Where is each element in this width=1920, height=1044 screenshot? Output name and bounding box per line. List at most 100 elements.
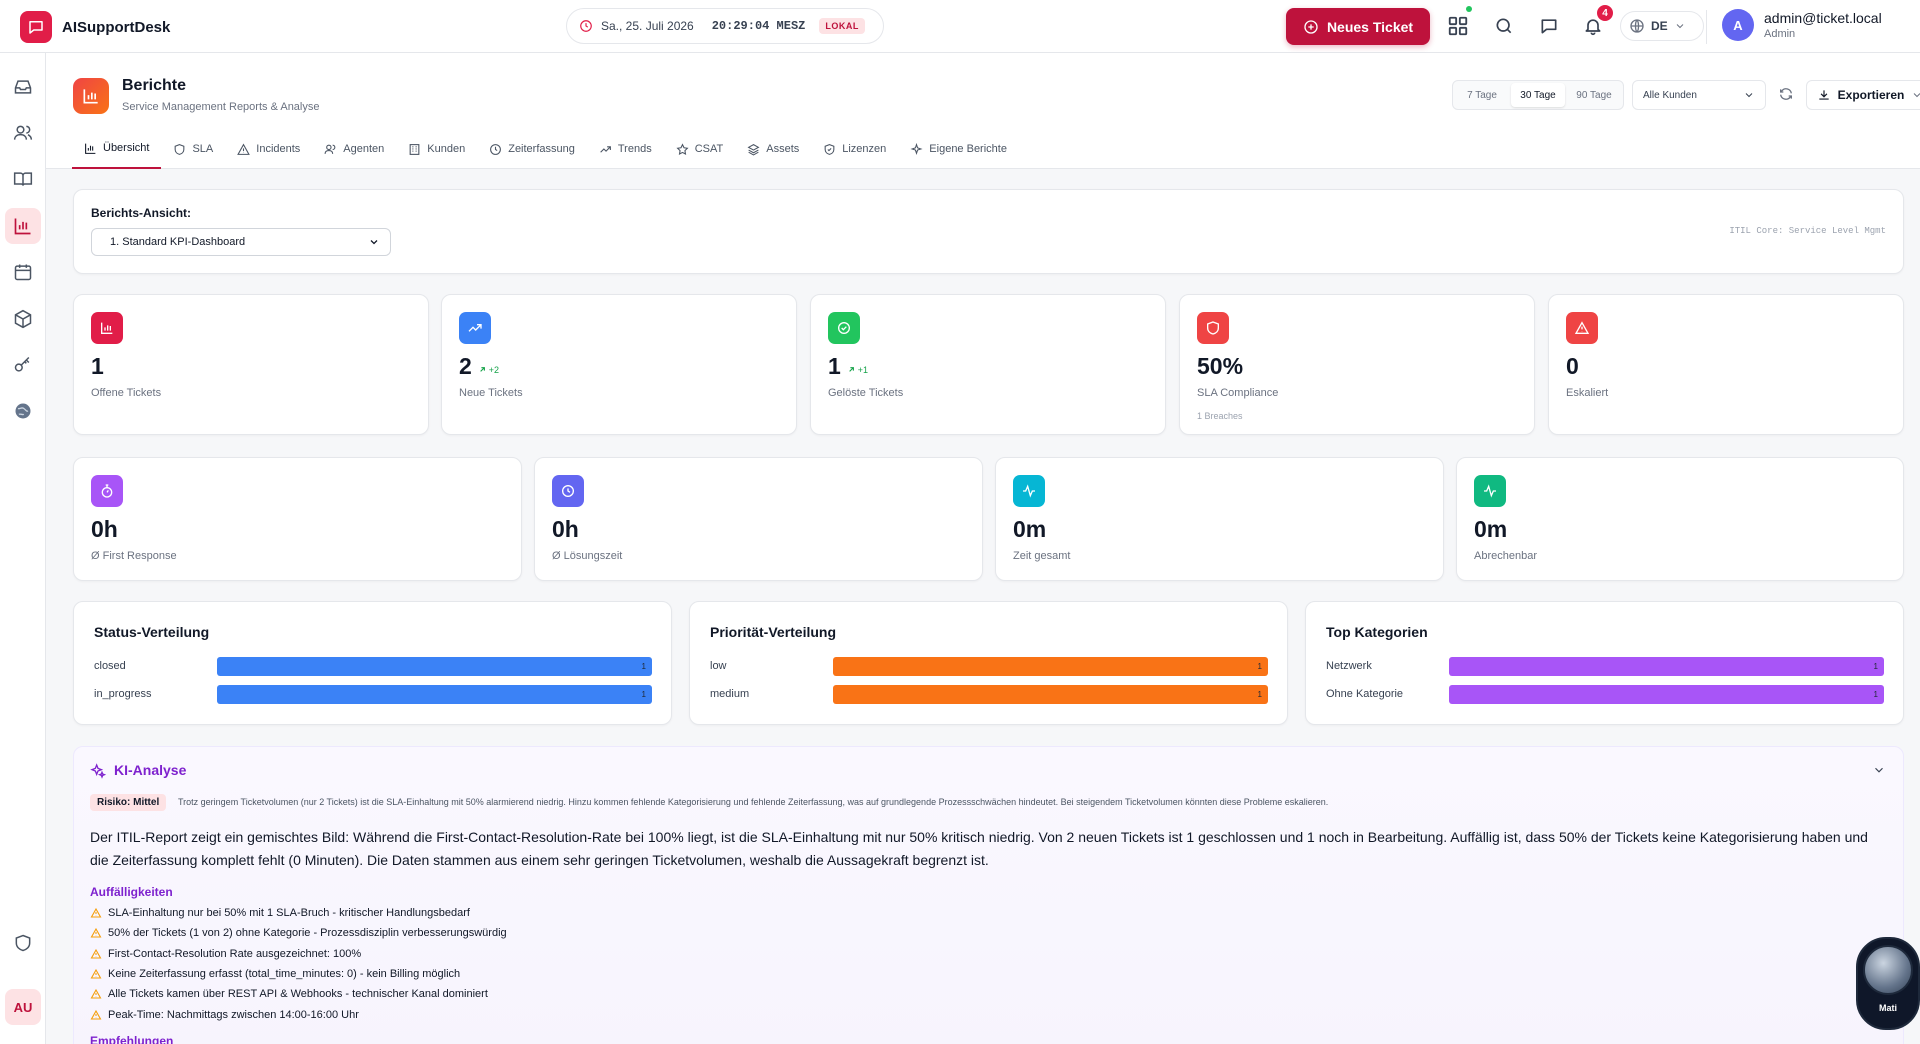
chevron-down-icon bbox=[1676, 24, 1684, 29]
activity-icon bbox=[1013, 475, 1045, 507]
kpi-number: 0m bbox=[1474, 516, 1508, 542]
range-30-days[interactable]: 30 Tage bbox=[1511, 83, 1565, 107]
assistant-button[interactable]: Mati bbox=[1856, 937, 1920, 1030]
kpi-card-new-tickets: 2 +2 Neue Tickets bbox=[441, 294, 797, 435]
sidebar-item-security[interactable] bbox=[5, 925, 41, 961]
kpi-value: 2 +2 bbox=[459, 353, 499, 380]
sidebar-item-users[interactable] bbox=[5, 115, 41, 151]
chevron-down-icon bbox=[1913, 93, 1920, 98]
sidebar-item-reports[interactable] bbox=[5, 208, 41, 244]
sidebar-item-knowledge[interactable] bbox=[5, 161, 41, 197]
chevron-down-icon bbox=[1745, 93, 1753, 98]
notifications-button[interactable]: 4 bbox=[1579, 5, 1613, 40]
language-select[interactable]: DE bbox=[1620, 11, 1704, 41]
tab-csat[interactable]: CSAT bbox=[664, 129, 736, 169]
warning-icon bbox=[90, 908, 102, 918]
sparkle-icon bbox=[910, 142, 923, 155]
top-bar: AISupportDesk Sa., 25. Juli 2026 20:29:0… bbox=[0, 0, 1920, 53]
brand[interactable]: AISupportDesk bbox=[20, 11, 170, 43]
timezone-badge: LOKAL bbox=[819, 18, 865, 34]
distribution-label: closed bbox=[94, 660, 126, 672]
kpi-card-total-time: 0m Zeit gesamt bbox=[995, 457, 1444, 581]
kpi-label: Eskaliert bbox=[1566, 387, 1609, 399]
tab-label: Lizenzen bbox=[842, 143, 887, 155]
tab-label: Agenten bbox=[343, 143, 385, 155]
calendar-icon bbox=[14, 264, 32, 281]
range-7-days[interactable]: 7 Tage bbox=[1455, 83, 1509, 107]
sidebar-item-portal[interactable] bbox=[5, 393, 41, 429]
sidebar-item-calendar[interactable] bbox=[5, 254, 41, 290]
distribution-label: low bbox=[710, 660, 727, 672]
new-ticket-button[interactable]: Neues Ticket bbox=[1286, 8, 1430, 45]
list-item: SLA-Einhaltung nur bei 50% mit 1 SLA-Bru… bbox=[90, 903, 507, 923]
bar-value: 1 bbox=[1257, 662, 1262, 671]
sidebar-item-assets[interactable] bbox=[5, 301, 41, 337]
kpi-value: 0h bbox=[552, 516, 579, 543]
tab-incidents[interactable]: Incidents bbox=[225, 129, 312, 169]
tab-overview[interactable]: Übersicht bbox=[72, 129, 162, 169]
sidebar-item-licenses[interactable] bbox=[5, 347, 41, 383]
sidebar-user-initials[interactable]: AU bbox=[5, 989, 41, 1025]
kpi-value: 1 +1 bbox=[828, 353, 868, 380]
status-distribution-card: Status-Verteilung closed 1 in_progress 1 bbox=[73, 601, 672, 725]
user-menu[interactable]: A admin@ticket.local Admin bbox=[1722, 9, 1882, 41]
export-button[interactable]: Exportieren bbox=[1806, 80, 1920, 110]
bar-value: 1 bbox=[641, 662, 646, 671]
kpi-label: Ø First Response bbox=[91, 550, 177, 562]
chevron-down-icon bbox=[1875, 767, 1883, 773]
building-icon bbox=[409, 143, 420, 155]
chat-icon bbox=[1541, 19, 1557, 34]
bar-value: 1 bbox=[1257, 690, 1262, 699]
avatar: A bbox=[1722, 9, 1754, 41]
report-view-select[interactable]: 1. Standard KPI-Dashboard bbox=[91, 228, 391, 256]
tab-custom-reports[interactable]: Eigene Berichte bbox=[898, 129, 1019, 169]
report-view-value: 1. Standard KPI-Dashboard bbox=[110, 236, 246, 248]
book-icon bbox=[13, 172, 33, 186]
range-90-days[interactable]: 90 Tage bbox=[1567, 83, 1621, 107]
tab-customers[interactable]: Kunden bbox=[396, 129, 477, 169]
tab-trends[interactable]: Trends bbox=[587, 129, 664, 169]
list-item: Alle Tickets kamen über REST API & Webho… bbox=[90, 984, 507, 1004]
kpi-label: Abrechenbar bbox=[1474, 550, 1537, 562]
bar-chart-icon bbox=[91, 312, 123, 344]
warning-icon bbox=[90, 968, 102, 979]
ai-analysis-card: KI-Analyse Risiko: Mittel Trotz geringem… bbox=[73, 746, 1904, 1044]
kpi-card-sla-compliance: 50% SLA Compliance 1 Breaches bbox=[1179, 294, 1535, 435]
tab-label: SLA bbox=[192, 143, 214, 155]
recommendations-heading: Empfehlungen bbox=[90, 1034, 174, 1044]
warning-icon bbox=[90, 989, 102, 999]
app-name: AISupportDesk bbox=[62, 18, 171, 36]
tab-label: Incidents bbox=[256, 143, 301, 155]
warning-icon bbox=[90, 1009, 102, 1020]
report-view-card: Berichts-Ansicht: 1. Standard KPI-Dashbo… bbox=[73, 189, 1904, 274]
grid-icon bbox=[1448, 16, 1468, 36]
stopwatch-icon bbox=[91, 475, 123, 507]
page-subtitle: Service Management Reports & Analyse bbox=[122, 101, 320, 113]
customer-filter-select[interactable]: Alle Kunden bbox=[1632, 80, 1766, 110]
kpi-number: 0h bbox=[552, 516, 579, 542]
distribution-label: Netzwerk bbox=[1326, 660, 1372, 672]
chat-button[interactable] bbox=[1535, 12, 1563, 40]
tab-assets[interactable]: Assets bbox=[735, 129, 811, 169]
top-categories-card: Top Kategorien Netzwerk 1 Ohne Kategorie… bbox=[1305, 601, 1904, 725]
download-icon bbox=[1818, 90, 1829, 100]
tab-time-tracking[interactable]: Zeiterfassung bbox=[477, 129, 587, 169]
collapse-button[interactable] bbox=[1872, 763, 1886, 777]
plus-circle-icon bbox=[1304, 19, 1318, 34]
distribution-bar: 1 bbox=[833, 657, 1268, 676]
kpi-number: 1 bbox=[91, 353, 104, 379]
distribution-bar: 1 bbox=[833, 685, 1268, 704]
tab-licenses[interactable]: Lizenzen bbox=[811, 129, 898, 169]
refresh-button[interactable] bbox=[1778, 86, 1794, 102]
finding-text: Alle Tickets kamen über REST API & Webho… bbox=[108, 988, 488, 1001]
search-button[interactable] bbox=[1490, 12, 1518, 40]
alert-triangle-icon bbox=[1566, 312, 1598, 344]
current-date: Sa., 25. Juli 2026 bbox=[601, 19, 694, 33]
sidebar-item-inbox[interactable] bbox=[5, 69, 41, 105]
customer-filter-value: Alle Kunden bbox=[1643, 89, 1697, 101]
tab-agents[interactable]: Agenten bbox=[312, 129, 396, 169]
finding-text: Peak-Time: Nachmittags zwischen 14:00-16… bbox=[108, 1008, 359, 1021]
bar-value: 1 bbox=[641, 690, 646, 699]
apps-grid-button[interactable] bbox=[1444, 6, 1472, 40]
tab-sla[interactable]: SLA bbox=[161, 129, 225, 169]
